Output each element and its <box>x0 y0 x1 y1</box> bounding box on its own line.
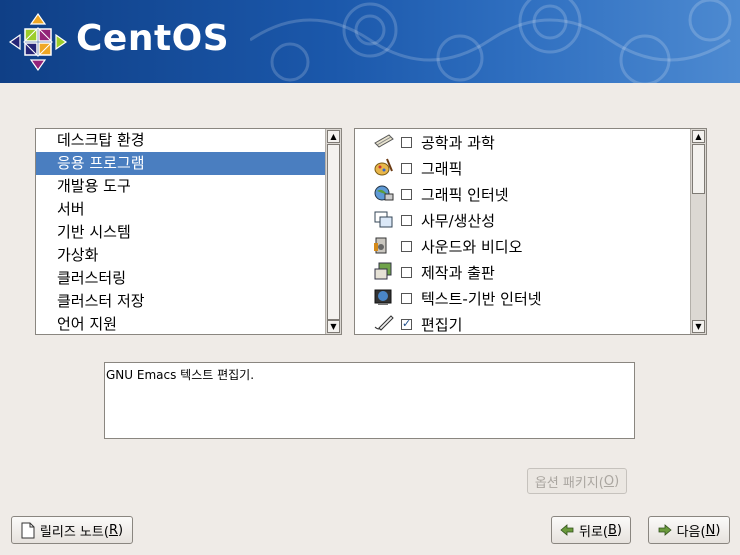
optional-packages-label: 옵션 패키지( <box>534 475 604 491</box>
group-checkbox[interactable] <box>401 188 412 200</box>
group-rows: 공학과 과학그래픽그래픽 인터넷사무/생산성사운드와 비디오제작과 출판텍스트-… <box>355 129 690 334</box>
group-checkbox[interactable] <box>401 162 412 174</box>
group-label: 그래픽 <box>421 159 463 178</box>
scroll-up-button[interactable]: ▲ <box>327 130 340 143</box>
scroll-up-button[interactable]: ▲ <box>692 130 705 143</box>
group-item[interactable]: 제작과 출판 <box>355 259 690 285</box>
centos-logo-icon <box>8 12 68 72</box>
group-checkbox[interactable] <box>401 214 412 226</box>
optional-packages-button[interactable]: 옵션 패키지(O) <box>527 468 627 494</box>
sound-video-icon <box>373 235 397 257</box>
category-list[interactable]: 데스크탑 환경 응용 프로그램 개발용 도구 서버 기반 시스템 가상화 클러스터링 클러스터… <box>35 128 342 335</box>
group-item[interactable]: 그래픽 <box>355 155 690 181</box>
group-checkbox[interactable] <box>401 317 412 330</box>
graphics-icon <box>373 157 397 179</box>
group-checkbox[interactable] <box>401 136 412 148</box>
group-description: GNU Emacs 텍스트 편집기. <box>104 362 635 439</box>
scroll-thumb[interactable] <box>692 144 705 194</box>
arrow-left-icon <box>560 524 574 536</box>
release-notes-label: 릴리즈 노트( <box>39 524 109 540</box>
category-item[interactable]: 데스크탑 환경 <box>36 129 325 152</box>
group-item[interactable]: 편집기 <box>355 311 690 334</box>
group-label: 사무/생산성 <box>421 211 496 230</box>
paren: ) <box>614 473 620 489</box>
group-label: 그래픽 인터넷 <box>421 185 509 204</box>
group-checkbox[interactable] <box>401 240 412 252</box>
group-scrollbar[interactable]: ▲ ▼ <box>690 129 706 334</box>
group-item[interactable]: 공학과 과학 <box>355 129 690 155</box>
next-button[interactable]: 다음(N) <box>648 516 730 544</box>
category-item[interactable]: 언어 지원 <box>36 313 325 334</box>
group-label: 텍스트-기반 인터넷 <box>421 289 542 308</box>
scroll-down-button[interactable]: ▼ <box>692 320 705 333</box>
graphical-internet-icon <box>373 183 397 205</box>
group-list[interactable]: 공학과 과학그래픽그래픽 인터넷사무/생산성사운드와 비디오제작과 출판텍스트-… <box>354 128 707 335</box>
scroll-down-button[interactable]: ▼ <box>327 320 340 333</box>
description-text: GNU Emacs 텍스트 편집기. <box>106 368 255 382</box>
paren: ) <box>117 522 124 538</box>
category-item[interactable]: 개발용 도구 <box>36 175 325 198</box>
category-item[interactable]: 응용 프로그램 <box>36 152 325 175</box>
group-label: 제작과 출판 <box>421 263 495 282</box>
mnemonic: O <box>603 473 615 489</box>
category-item[interactable]: 가상화 <box>36 244 325 267</box>
mnemonic: N <box>705 522 716 538</box>
group-label: 편집기 <box>421 315 463 334</box>
banner-swirl-decoration <box>250 0 732 83</box>
group-checkbox[interactable] <box>401 266 412 278</box>
group-item[interactable]: 텍스트-기반 인터넷 <box>355 285 690 311</box>
group-item[interactable]: 사무/생산성 <box>355 207 690 233</box>
paren: ) <box>715 522 721 538</box>
next-label: 다음( <box>676 524 706 540</box>
authoring-icon <box>373 261 397 283</box>
mnemonic: R <box>108 522 118 538</box>
text-internet-icon <box>373 287 397 309</box>
group-item[interactable]: 사운드와 비디오 <box>355 233 690 259</box>
brand-name: CentOS <box>76 18 230 59</box>
scroll-thumb[interactable] <box>327 144 340 320</box>
mnemonic: B <box>608 522 617 538</box>
group-label: 사운드와 비디오 <box>421 237 523 256</box>
back-button[interactable]: 뒤로(B) <box>551 516 631 544</box>
category-item[interactable]: 기반 시스템 <box>36 221 325 244</box>
back-label: 뒤로( <box>579 524 608 540</box>
office-icon <box>373 209 397 231</box>
header-banner: CentOS <box>0 0 740 83</box>
category-scrollbar[interactable]: ▲ ▼ <box>325 129 341 334</box>
group-item[interactable]: 그래픽 인터넷 <box>355 181 690 207</box>
paren: ) <box>616 522 622 538</box>
editor-icon <box>373 313 397 334</box>
release-notes-button[interactable]: 릴리즈 노트(R) <box>11 516 133 544</box>
category-rows: 데스크탑 환경 응용 프로그램 개발용 도구 서버 기반 시스템 가상화 클러스터링 클러스터… <box>36 129 325 334</box>
document-icon <box>21 522 35 538</box>
group-checkbox[interactable] <box>401 292 412 304</box>
category-item[interactable]: 서버 <box>36 198 325 221</box>
arrow-right-icon <box>658 524 672 536</box>
science-icon <box>373 131 397 153</box>
category-item[interactable]: 클러스터 저장 <box>36 290 325 313</box>
category-item[interactable]: 클러스터링 <box>36 267 325 290</box>
group-label: 공학과 과학 <box>421 133 495 152</box>
